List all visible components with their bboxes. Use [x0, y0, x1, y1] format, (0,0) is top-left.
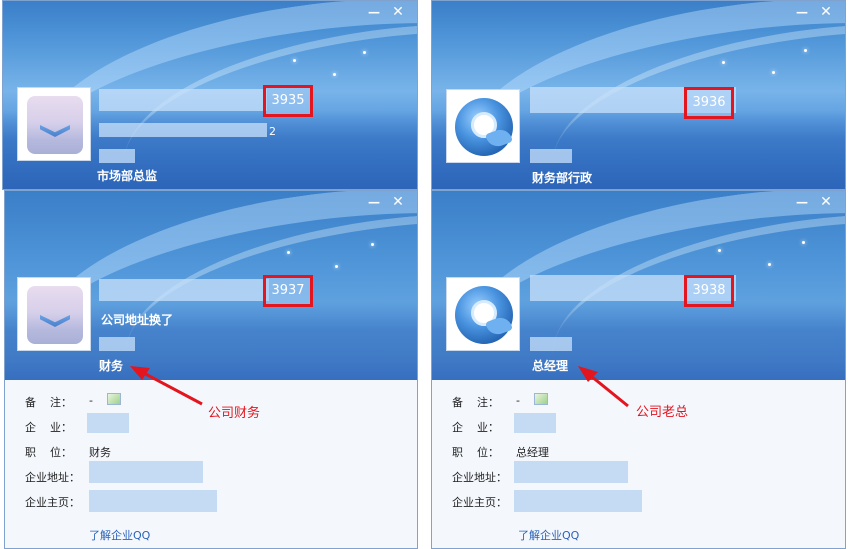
signature-redacted: [99, 123, 267, 137]
sparkle: [287, 251, 290, 254]
sparkle: [772, 71, 775, 74]
note-label: 备 注：: [452, 396, 499, 409]
address-redacted: [89, 461, 203, 483]
minimize-button[interactable]: —: [365, 5, 383, 19]
role-text: 财务部行政: [532, 171, 593, 185]
sparkle: [768, 263, 771, 266]
nickname-redacted: [99, 279, 269, 301]
company-label: 企 业：: [25, 421, 72, 434]
profile-card-3938: — ✕ 3938 总经理 备 注： - 企 业： 职 位： 总经理 企业地址： …: [431, 190, 846, 549]
screenshot-stage: — ✕ 3935 2 市场部总监 — ✕ 3936 财务部行政 — ✕ 3937…: [0, 0, 848, 549]
annotation-ceo: 公司老总: [636, 405, 689, 420]
signature-suffix: 2: [269, 125, 276, 138]
id-highlight: 3937: [263, 275, 313, 307]
learn-enterprise-qq-link[interactable]: 了解企业QQ: [89, 527, 150, 543]
homepage-redacted: [514, 490, 642, 512]
position-label: 职 位：: [452, 446, 499, 459]
edit-note-icon[interactable]: [107, 393, 121, 405]
profile-card-3936: — ✕ 3936 财务部行政: [431, 0, 846, 190]
address-redacted: [514, 461, 628, 483]
default-avatar[interactable]: [17, 87, 91, 161]
role-text: 总经理: [532, 359, 569, 373]
close-button[interactable]: ✕: [389, 195, 407, 209]
nickname-redacted: [99, 89, 267, 111]
homepage-redacted: [89, 490, 217, 512]
homepage-label: 企业主页：: [452, 496, 507, 509]
sparkle: [293, 59, 296, 62]
sparkle: [333, 73, 336, 76]
homepage-label: 企业主页：: [25, 496, 80, 509]
qq-avatar[interactable]: [446, 89, 520, 163]
level-redacted: [530, 149, 572, 163]
level-redacted: [530, 337, 572, 351]
edit-note-icon[interactable]: [534, 393, 548, 405]
sparkle: [722, 61, 725, 64]
minimize-button[interactable]: —: [365, 195, 383, 209]
note-value: -: [516, 394, 520, 407]
address-label: 企业地址：: [25, 471, 80, 484]
company-redacted: [87, 413, 129, 433]
position-value: 总经理: [516, 446, 549, 459]
id-highlight: 3938: [684, 275, 734, 307]
sparkle: [718, 249, 721, 252]
sparkle: [804, 49, 807, 52]
minimize-button[interactable]: —: [793, 195, 811, 209]
role-text: 市场部总监: [97, 169, 158, 183]
qq-avatar[interactable]: [446, 277, 520, 351]
default-avatar[interactable]: [17, 277, 91, 351]
sparkle: [335, 265, 338, 268]
id-highlight: 3936: [684, 87, 734, 119]
company-redacted: [514, 413, 556, 433]
company-label: 企 业：: [452, 421, 499, 434]
signature-text: 公司地址换了: [101, 313, 174, 327]
note-label: 备 注：: [25, 396, 72, 409]
role-text: 财务: [99, 359, 124, 373]
minimize-button[interactable]: —: [793, 5, 811, 19]
sparkle: [802, 241, 805, 244]
address-label: 企业地址：: [452, 471, 507, 484]
close-button[interactable]: ✕: [389, 5, 407, 19]
learn-enterprise-qq-link[interactable]: 了解企业QQ: [518, 527, 579, 543]
close-button[interactable]: ✕: [817, 195, 835, 209]
sparkle: [363, 51, 366, 54]
annotation-finance: 公司财务: [208, 406, 261, 421]
note-value: -: [89, 394, 93, 407]
profile-card-3937: — ✕ 3937 公司地址换了 财务 备 注： - 企 业： 职 位： 财务 企…: [4, 190, 418, 549]
close-button[interactable]: ✕: [817, 5, 835, 19]
profile-card-3935: — ✕ 3935 2 市场部总监: [2, 0, 418, 190]
id-highlight: 3935: [263, 85, 313, 117]
level-redacted: [99, 337, 135, 351]
position-value: 财务: [89, 446, 111, 459]
level-redacted: [99, 149, 135, 163]
position-label: 职 位：: [25, 446, 72, 459]
sparkle: [371, 243, 374, 246]
